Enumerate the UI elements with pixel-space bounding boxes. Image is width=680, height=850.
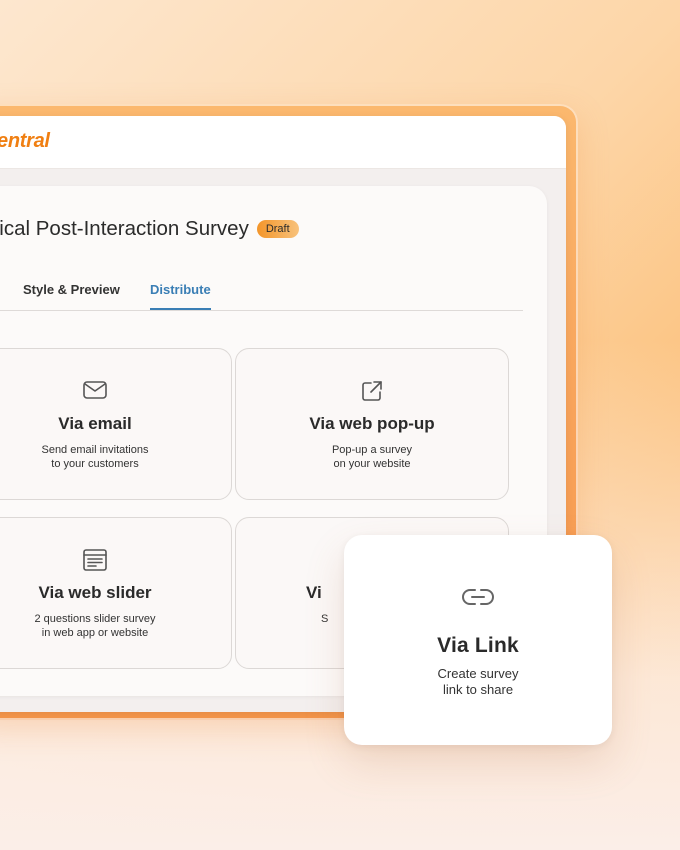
option-desc-line: Send email invitations (41, 444, 149, 456)
option-card-link[interactable]: Via Link Create survey link to share (344, 535, 612, 745)
option-desc-line: Create survey (437, 666, 519, 681)
option-title: Via web pop-up (309, 414, 435, 433)
option-desc-line: in web app or website (41, 627, 149, 639)
title-row: merical Post-Interaction Survey Draft (0, 214, 299, 244)
option-title: Via Link (437, 634, 519, 657)
tab-bar: ld Style & Preview Distribute (0, 274, 523, 311)
top-bar: entral (0, 116, 566, 169)
option-card-web-popup[interactable]: Via web pop-up Pop-up a survey on your w… (235, 348, 509, 500)
link-icon (344, 587, 612, 607)
option-desc-line: Pop-up a survey (331, 444, 413, 456)
option-description: Pop-up a survey on your website (236, 443, 508, 471)
option-card-web-slider[interactable]: Via web slider 2 questions slider survey… (0, 517, 232, 669)
option-title: Vi (306, 583, 322, 602)
option-desc-line: to your customers (51, 458, 139, 470)
page-title: merical Post-Interaction Survey (0, 217, 249, 240)
browser-window-icon (0, 548, 231, 572)
option-description: S (321, 612, 328, 626)
external-link-icon (236, 379, 508, 403)
option-desc-line: S (321, 613, 329, 625)
option-card-email[interactable]: Via email Send email invitations to your… (0, 348, 232, 500)
status-badge: Draft (256, 220, 299, 238)
option-title: Via web slider (38, 583, 152, 602)
option-desc-line: 2 questions slider survey (34, 613, 156, 625)
option-description: Create survey link to share (344, 666, 612, 698)
option-desc-line: on your website (333, 458, 411, 470)
option-description: 2 questions slider survey in web app or … (0, 612, 231, 640)
tab-distribute[interactable]: Distribute (150, 282, 211, 310)
option-description: Send email invitations to your customers (0, 443, 231, 471)
envelope-icon (0, 379, 231, 403)
option-desc-line: link to share (442, 682, 514, 697)
tab-style-preview[interactable]: Style & Preview (23, 282, 120, 297)
brand-logo[interactable]: entral (0, 130, 50, 153)
option-title: Via email (58, 414, 132, 433)
